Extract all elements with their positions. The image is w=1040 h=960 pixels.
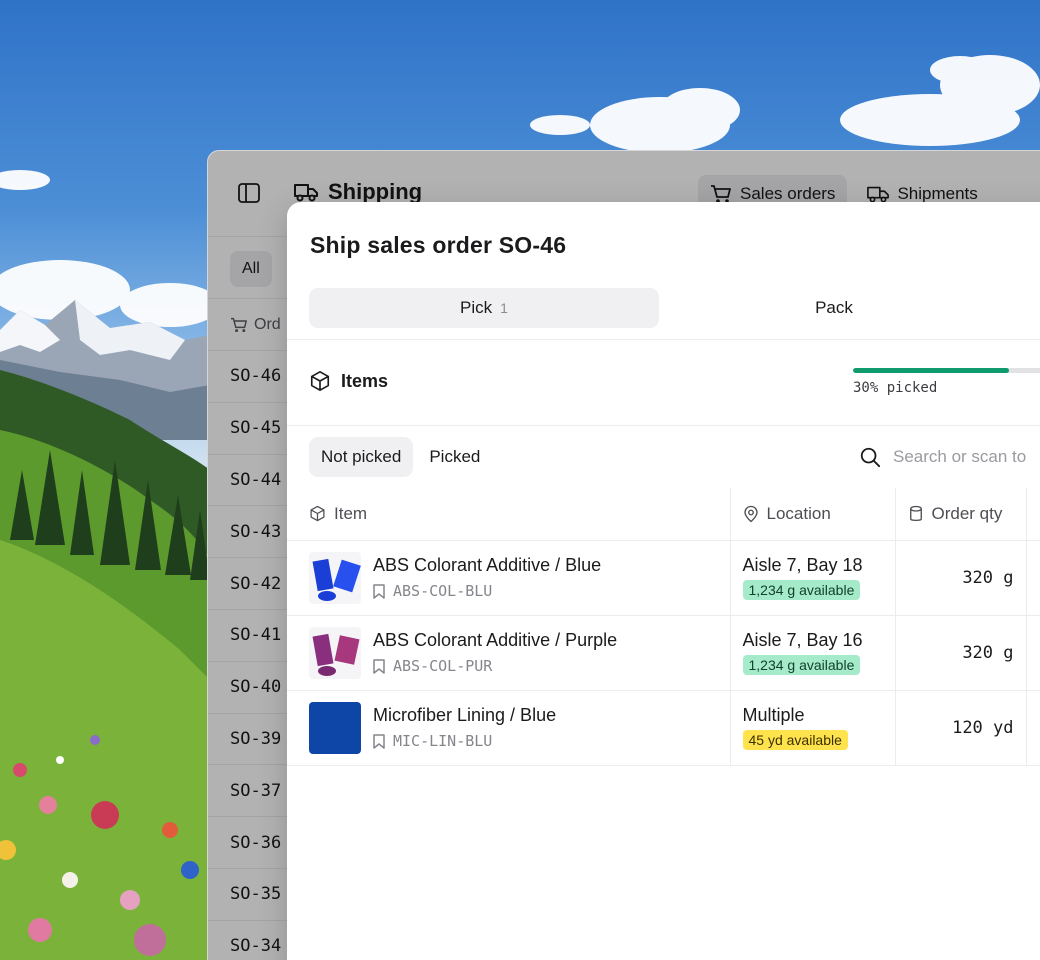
tab-not-picked[interactable]: Not picked <box>309 437 414 477</box>
item-sku: ABS-COL-BLU <box>373 582 601 600</box>
location-cell: Aisle 7, Bay 18 1,234 g available <box>729 540 895 616</box>
column-overflow <box>1025 488 1040 541</box>
column-item-label: Item <box>334 503 368 523</box>
column-order-qty[interactable]: Order qty <box>894 488 1026 541</box>
modal-title: Ship sales order SO-46 <box>310 232 567 258</box>
item-name: ABS Colorant Additive / Blue <box>373 555 602 575</box>
items-table: Item Location Order qty ABS Colorant Add… <box>287 488 1040 766</box>
column-location[interactable]: Location <box>729 488 895 541</box>
availability-badge: 1,234 g available <box>742 655 861 675</box>
map-pin-icon <box>743 505 758 523</box>
item-sku: MIC-LIN-BLU <box>373 732 556 750</box>
product-thumbnail <box>309 551 361 604</box>
box-icon <box>310 506 325 522</box>
search-icon <box>860 447 881 468</box>
item-cell: Microfiber Lining / Blue MIC-LIN-BLU <box>287 690 730 766</box>
search-input[interactable] <box>893 447 1040 467</box>
item-name: Microfiber Lining / Blue <box>373 705 557 725</box>
column-location-label: Location <box>766 503 831 523</box>
table-row[interactable]: Microfiber Lining / Blue MIC-LIN-BLU Mul… <box>287 690 1040 766</box>
item-cell: ABS Colorant Additive / Blue ABS-COL-BLU <box>287 540 730 616</box>
bookmark-icon <box>373 733 385 749</box>
availability-badge: 1,234 g available <box>742 580 861 600</box>
location-cell: Aisle 7, Bay 16 1,234 g available <box>729 615 895 691</box>
search-box <box>859 446 1040 468</box>
ship-order-modal: Ship sales order SO-46 Pick 1 Pack Items… <box>287 202 1040 960</box>
bookmark-icon <box>373 658 385 674</box>
product-thumbnail <box>309 701 361 754</box>
progress-track <box>853 368 1040 373</box>
product-thumbnail <box>309 626 361 679</box>
overflow-cell <box>1025 690 1040 766</box>
items-heading: Items <box>309 370 388 392</box>
segment-pack-label: Pack <box>815 298 853 317</box>
overflow-cell <box>1025 540 1040 616</box>
table-row[interactable]: ABS Colorant Additive / Blue ABS-COL-BLU… <box>287 540 1040 616</box>
item-sku: ABS-COL-PUR <box>373 657 617 675</box>
pick-progress: 30% picked <box>853 368 1040 396</box>
location-cell: Multiple 45 yd available <box>729 690 895 766</box>
progress-fill <box>853 368 1009 373</box>
column-item[interactable]: Item <box>287 488 730 541</box>
segment-pack[interactable]: Pack <box>659 288 1009 328</box>
item-name: ABS Colorant Additive / Purple <box>373 630 618 650</box>
location-text: Aisle 7, Bay 18 <box>742 555 863 575</box>
items-heading-label: Items <box>341 370 389 391</box>
box-icon <box>310 371 330 391</box>
divider <box>287 339 1040 340</box>
item-sku-text: ABS-COL-PUR <box>393 657 493 675</box>
availability-badge: 45 yd available <box>742 730 848 750</box>
location-text: Aisle 7, Bay 16 <box>742 630 863 650</box>
segment-pick-label: Pick <box>460 298 493 317</box>
tab-picked[interactable]: Picked <box>417 437 492 477</box>
overflow-cell <box>1025 615 1040 691</box>
order-qty-cell: 320 g <box>894 540 1026 616</box>
divider <box>287 425 1040 426</box>
column-order-qty-label: Order qty <box>931 503 1003 523</box>
table-header-row: Item Location Order qty <box>287 488 1040 541</box>
cylinder-icon <box>909 505 922 521</box>
item-sku-text: ABS-COL-BLU <box>393 582 493 600</box>
order-qty-cell: 320 g <box>894 615 1026 691</box>
segment-pick[interactable]: Pick 1 <box>309 288 659 328</box>
table-row[interactable]: ABS Colorant Additive / Purple ABS-COL-P… <box>287 615 1040 691</box>
segment-pick-count: 1 <box>500 300 508 316</box>
progress-label: 30% picked <box>853 380 938 396</box>
pick-pack-segmented-control: Pick 1 Pack <box>309 288 1029 328</box>
order-qty-cell: 120 yd <box>894 690 1026 766</box>
location-text: Multiple <box>742 705 805 725</box>
item-sku-text: MIC-LIN-BLU <box>393 732 493 750</box>
bookmark-icon <box>373 583 385 599</box>
pick-status-tabs: Not picked Picked <box>309 437 492 477</box>
item-cell: ABS Colorant Additive / Purple ABS-COL-P… <box>287 615 730 691</box>
